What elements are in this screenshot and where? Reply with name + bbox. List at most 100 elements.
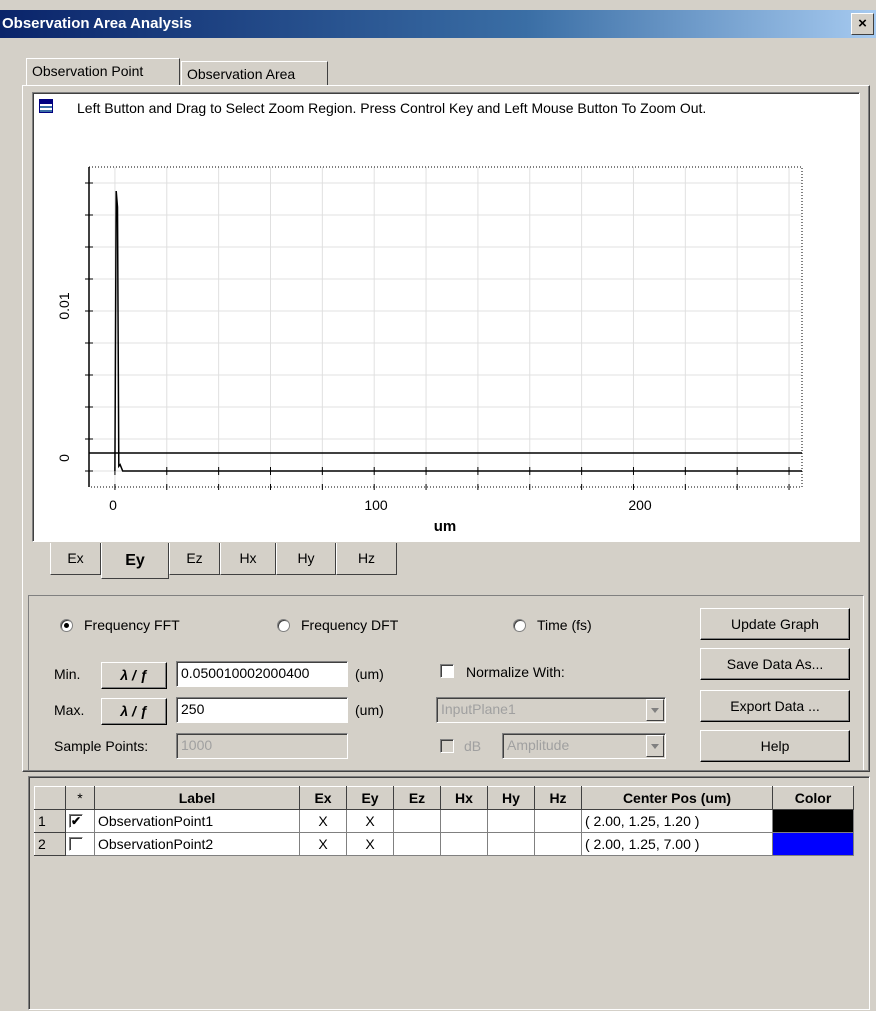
radio-time[interactable] — [513, 619, 526, 632]
tab-hy[interactable]: Hy — [276, 543, 336, 575]
close-button[interactable]: × — [851, 13, 874, 35]
table-header-row: * Label Ex Ey Ez Hx Hy Hz Center Pos (um… — [34, 786, 854, 810]
col-label: Label — [94, 786, 300, 810]
col-ey: Ey — [346, 786, 394, 810]
col-center-pos: Center Pos (um) — [581, 786, 773, 810]
chart-ticks — [85, 182, 790, 490]
row-hz[interactable] — [534, 832, 582, 856]
row-ey[interactable]: X — [346, 809, 394, 833]
col-hy: Hy — [487, 786, 535, 810]
radio-frequency-dft[interactable] — [277, 619, 290, 632]
row-ey[interactable]: X — [346, 832, 394, 856]
tab-observation-point[interactable]: Observation Point — [26, 58, 180, 86]
plot-panel[interactable]: Left Button and Drag to Select Zoom Regi… — [32, 92, 860, 542]
tab-label: Hz — [357, 550, 376, 566]
chart-grid — [89, 167, 802, 487]
min-input[interactable]: 0.050010002000400 — [176, 661, 348, 687]
chevron-down-icon — [646, 699, 664, 721]
x-tick-label-200: 200 — [628, 497, 652, 513]
radio-frequency-dft-label: Frequency DFT — [301, 617, 399, 633]
row-label[interactable]: ObservationPoint1 — [94, 809, 300, 833]
col-active: * — [65, 786, 95, 810]
help-button[interactable]: Help — [700, 730, 850, 762]
x-tick-label-0: 0 — [109, 497, 117, 513]
row-ex[interactable]: X — [299, 832, 347, 856]
normalize-dropdown: InputPlane1 — [436, 697, 666, 723]
db-checkbox — [440, 739, 454, 753]
table-row[interactable]: 2 ObservationPoint2 X X ( 2.00, 1.25, 7.… — [34, 832, 854, 856]
row-number: 2 — [34, 832, 66, 856]
tab-label: Ex — [67, 550, 84, 566]
row-color-swatch[interactable] — [772, 832, 854, 856]
tab-label: Ez — [186, 550, 203, 566]
x-axis-label: um — [434, 518, 457, 535]
row-hz[interactable] — [534, 809, 582, 833]
col-ez: Ez — [393, 786, 441, 810]
radio-time-label: Time (fs) — [537, 617, 592, 633]
amplitude-value: Amplitude — [507, 737, 570, 753]
tab-label: Ey — [125, 552, 145, 569]
min-lambda-button[interactable]: λ / ƒ — [101, 662, 167, 689]
tab-label: Observation Area — [187, 66, 296, 82]
row-color-swatch[interactable] — [772, 809, 854, 833]
series-line-0 — [114, 190, 802, 472]
max-input[interactable]: 250 — [176, 697, 348, 723]
y-tick-label-0: 0 — [56, 454, 72, 462]
y-tick-label-001: 0.01 — [56, 292, 72, 319]
row-checkbox-cell[interactable] — [65, 832, 95, 856]
row-hx[interactable] — [440, 832, 488, 856]
chart-series — [114, 190, 802, 472]
row-center-pos[interactable]: ( 2.00, 1.25, 1.20 ) — [581, 809, 773, 833]
save-data-button[interactable]: Save Data As... — [700, 648, 850, 680]
chevron-down-icon — [646, 735, 664, 757]
tab-ez[interactable]: Ez — [169, 543, 220, 575]
export-data-button[interactable]: Export Data ... — [700, 690, 850, 722]
max-lambda-button[interactable]: λ / ƒ — [101, 698, 167, 725]
tab-label: Observation Point — [32, 63, 144, 79]
chart: 0 100 200 um 0 0.01 — [56, 166, 803, 535]
row-checkbox-cell[interactable]: ✔ — [65, 809, 95, 833]
max-unit: (um) — [355, 702, 384, 718]
row-label[interactable]: ObservationPoint2 — [94, 832, 300, 856]
radio-frequency-fft-label: Frequency FFT — [84, 617, 180, 633]
x-tick-label-100: 100 — [364, 497, 388, 513]
col-rownum — [34, 786, 66, 810]
amplitude-dropdown: Amplitude — [502, 733, 666, 759]
normalize-value: InputPlane1 — [441, 701, 516, 717]
tab-ex[interactable]: Ex — [50, 543, 101, 575]
observation-table: * Label Ex Ey Ez Hx Hy Hz Center Pos (um… — [34, 786, 854, 856]
normalize-label: Normalize With: — [466, 664, 565, 680]
normalize-checkbox[interactable] — [440, 664, 454, 678]
col-ex: Ex — [299, 786, 347, 810]
tab-hz[interactable]: Hz — [336, 543, 397, 575]
max-label: Max. — [54, 702, 85, 718]
row-number: 1 — [34, 809, 66, 833]
sample-points-label: Sample Points: — [54, 738, 149, 754]
tab-label: Hy — [297, 550, 315, 566]
sample-points-input: 1000 — [176, 733, 348, 759]
row-hx[interactable] — [440, 809, 488, 833]
min-unit: (um) — [355, 666, 384, 682]
row-ez[interactable] — [393, 832, 441, 856]
row-hy[interactable] — [487, 809, 535, 833]
row-center-pos[interactable]: ( 2.00, 1.25, 7.00 ) — [581, 832, 773, 856]
row-hy[interactable] — [487, 832, 535, 856]
row-ez[interactable] — [393, 809, 441, 833]
radio-frequency-fft[interactable] — [60, 619, 73, 632]
row-ex[interactable]: X — [299, 809, 347, 833]
table-row[interactable]: 1 ✔ ObservationPoint1 X X ( 2.00, 1.25, … — [34, 809, 854, 833]
tab-hx[interactable]: Hx — [220, 543, 276, 575]
col-hz: Hz — [534, 786, 582, 810]
update-graph-button[interactable]: Update Graph — [700, 608, 850, 640]
tab-label: Hx — [239, 550, 257, 566]
col-color: Color — [772, 786, 854, 810]
min-label: Min. — [54, 666, 81, 682]
col-hx: Hx — [440, 786, 488, 810]
row-checkbox[interactable]: ✔ — [69, 814, 83, 828]
title-bar: Observation Area Analysis × — [0, 10, 876, 38]
row-checkbox[interactable] — [69, 837, 83, 851]
tab-ey[interactable]: Ey — [101, 543, 169, 579]
db-label: dB — [464, 738, 482, 754]
window-title: Observation Area Analysis — [2, 15, 192, 32]
tab-observation-area[interactable]: Observation Area — [181, 61, 328, 85]
